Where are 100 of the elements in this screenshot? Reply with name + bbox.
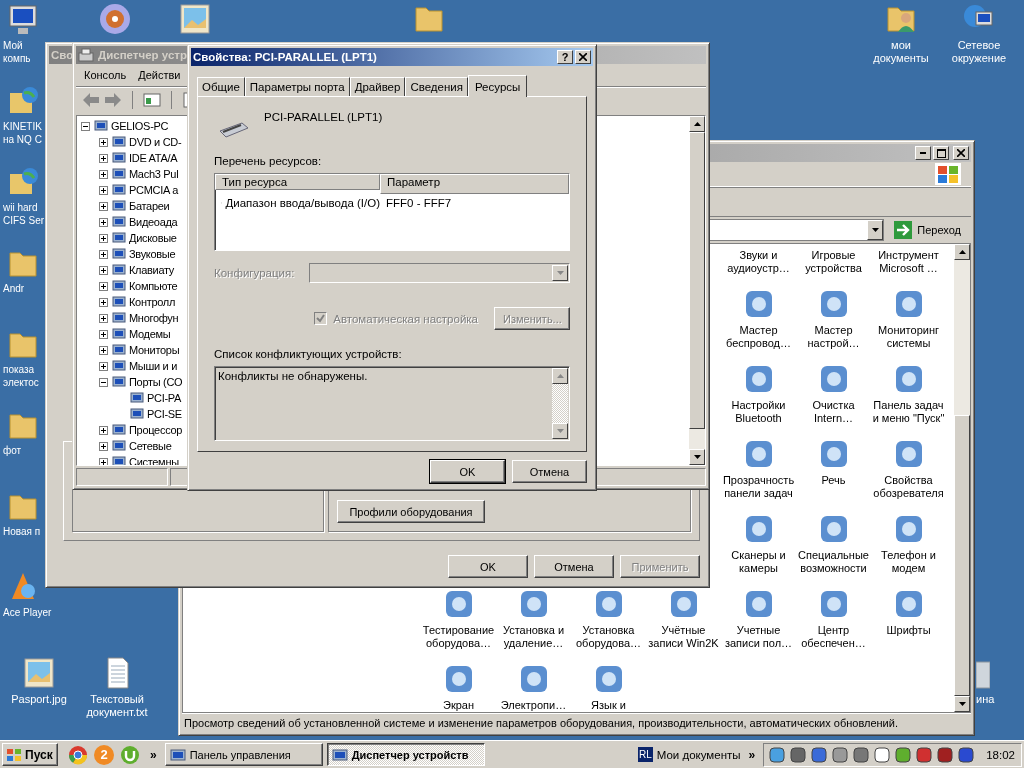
expand-toggle[interactable] — [99, 457, 108, 465]
picture-icon[interactable] — [22, 656, 56, 690]
tree-item[interactable]: Видеоада — [129, 216, 178, 228]
applet-label[interactable]: Прозрачность панели задач — [722, 474, 795, 500]
picture-icon[interactable] — [178, 2, 212, 36]
dialog-button[interactable]: OK — [448, 555, 528, 578]
desktop-icon-label[interactable]: Мой компь — [0, 39, 31, 65]
applet-label[interactable]: Инструмент Microsoft … — [878, 249, 939, 275]
tab[interactable]: Драйвер — [349, 77, 406, 96]
applet-label[interactable]: Специальные возможности — [798, 549, 869, 575]
dialog-button[interactable]: OK — [430, 460, 505, 483]
expand-toggle[interactable] — [99, 137, 108, 147]
applet-label[interactable]: Свойства обозревателя — [873, 474, 944, 500]
scrollbar[interactable] — [689, 116, 705, 465]
tray-icon[interactable] — [894, 745, 913, 764]
applet-label[interactable]: Язык и — [591, 699, 626, 712]
applet-label[interactable]: Речь — [821, 474, 846, 487]
tree-item[interactable]: GELIOS-PC — [111, 120, 169, 132]
tree-item[interactable]: PCMCIA a — [129, 184, 178, 196]
applet-label[interactable]: Электропи… — [500, 699, 567, 712]
collapse-toggle[interactable] — [81, 121, 90, 131]
console-tree-icon[interactable] — [143, 92, 161, 108]
expand-toggle[interactable] — [99, 169, 108, 179]
toolbar-label[interactable]: Мои документы — [656, 748, 741, 761]
desktop-icon-label[interactable]: фот — [0, 444, 22, 457]
applet-label[interactable]: Игровые устройства — [805, 249, 862, 275]
expand-toggle[interactable] — [99, 441, 108, 451]
applet-label[interactable]: Установка оборудова… — [575, 624, 641, 650]
desktop-icon-label[interactable]: Новая п — [0, 525, 41, 538]
desktop-icon-label[interactable]: Pasport.jpg — [11, 693, 67, 706]
tree-item[interactable]: Дисковые — [129, 232, 177, 244]
applet-label[interactable]: Очистка Intern… — [812, 399, 855, 425]
expand-toggle[interactable] — [99, 153, 108, 163]
applet-label[interactable]: Мониторинг системы — [878, 324, 939, 350]
column-header[interactable]: Тип ресурса — [215, 174, 380, 190]
collapse-toggle[interactable] — [99, 377, 108, 387]
configuration-dropdown[interactable] — [309, 263, 570, 283]
go-button[interactable]: Переход — [890, 221, 965, 239]
applet-label[interactable]: Панель задач и меню "Пуск" — [872, 399, 945, 425]
tree-item[interactable]: DVD и CD- — [129, 136, 182, 148]
desktop-icon-label[interactable]: Сетевое окружение — [951, 39, 1007, 65]
start-button[interactable]: Пуск — [2, 743, 58, 766]
tab[interactable]: Параметры порта — [244, 77, 350, 96]
help-button[interactable]: ? — [557, 50, 573, 64]
tray-icon[interactable] — [852, 745, 871, 764]
tree-item[interactable]: Звуковые — [129, 248, 176, 260]
scrollbar[interactable] — [954, 244, 970, 712]
expand-toggle[interactable] — [99, 345, 108, 355]
expand-toggle[interactable] — [99, 329, 108, 339]
tab[interactable]: Сведения — [405, 77, 468, 96]
tree-item[interactable]: Порты (CO — [129, 376, 183, 388]
expand-toggle[interactable] — [99, 297, 108, 307]
desktop-icon-label[interactable]: KINETIK на NQ C — [0, 120, 42, 146]
desktop-icon-label[interactable]: мои документы — [873, 39, 929, 65]
tray-icon[interactable] — [957, 745, 976, 764]
tray-icon[interactable] — [873, 745, 892, 764]
taskbar-button[interactable]: Панель управления — [164, 743, 323, 766]
expand-toggle[interactable] — [99, 233, 108, 243]
tree-item[interactable]: Батареи — [129, 200, 170, 212]
expand-toggle[interactable] — [99, 185, 108, 195]
tray-icon[interactable] — [915, 745, 934, 764]
torrent-icon[interactable] — [120, 744, 140, 765]
tree-item[interactable]: Мыши и и — [129, 360, 178, 372]
desktop-icon-label[interactable]: wii hard CIFS Ser — [0, 201, 45, 227]
expand-toggle[interactable] — [99, 249, 108, 259]
tree-item[interactable]: PCI-SE — [147, 408, 182, 420]
tree-item[interactable]: IDE ATA/A — [129, 152, 178, 164]
menu-item[interactable]: Действи — [138, 69, 181, 81]
desktop-icon-label[interactable]: Andr — [0, 282, 25, 295]
desktop-icon-label[interactable]: Ace Player — [0, 606, 52, 619]
tray-icon[interactable] — [768, 745, 787, 764]
browser-icon[interactable] — [68, 744, 88, 765]
expand-toggle[interactable] — [99, 201, 108, 211]
applet-label[interactable]: Шрифты — [886, 624, 931, 637]
tree-item[interactable]: Mach3 Pul — [129, 168, 179, 180]
more-chevron[interactable]: » — [146, 747, 161, 762]
tray-icon[interactable] — [936, 745, 955, 764]
expand-toggle[interactable] — [99, 217, 108, 227]
menu-item[interactable]: Консоль — [84, 69, 127, 81]
tree-item[interactable]: Клавиату — [129, 264, 175, 276]
applet-label[interactable]: Звуки и аудиоустр… — [727, 249, 790, 275]
tree-item[interactable]: Модемы — [129, 328, 171, 340]
dropdown-button[interactable] — [552, 265, 568, 281]
dialog-button[interactable]: Отмена — [534, 555, 614, 578]
applet-label[interactable]: Учётные записи Win2K — [648, 624, 719, 650]
tray-icon[interactable] — [789, 745, 808, 764]
applet-label[interactable]: Установка и удаление… — [502, 624, 565, 650]
app-badge[interactable]: RL — [637, 747, 653, 762]
desktop-icon-label[interactable]: ина — [976, 693, 995, 706]
applet-label[interactable]: Телефон и модем — [881, 549, 936, 575]
expand-toggle[interactable] — [99, 313, 108, 323]
desktop-icon-label[interactable]: Текстовый документ.txt — [86, 693, 148, 719]
tree-item[interactable]: Многофун — [129, 312, 179, 324]
expand-toggle[interactable] — [99, 265, 108, 275]
dropdown-button[interactable] — [867, 220, 884, 240]
tray-icon[interactable] — [831, 745, 850, 764]
tab[interactable]: Общие — [197, 77, 245, 96]
tree-item[interactable]: PCI-PA — [147, 392, 182, 404]
computer-icon[interactable] — [6, 4, 40, 36]
scrollbar[interactable] — [552, 368, 568, 439]
